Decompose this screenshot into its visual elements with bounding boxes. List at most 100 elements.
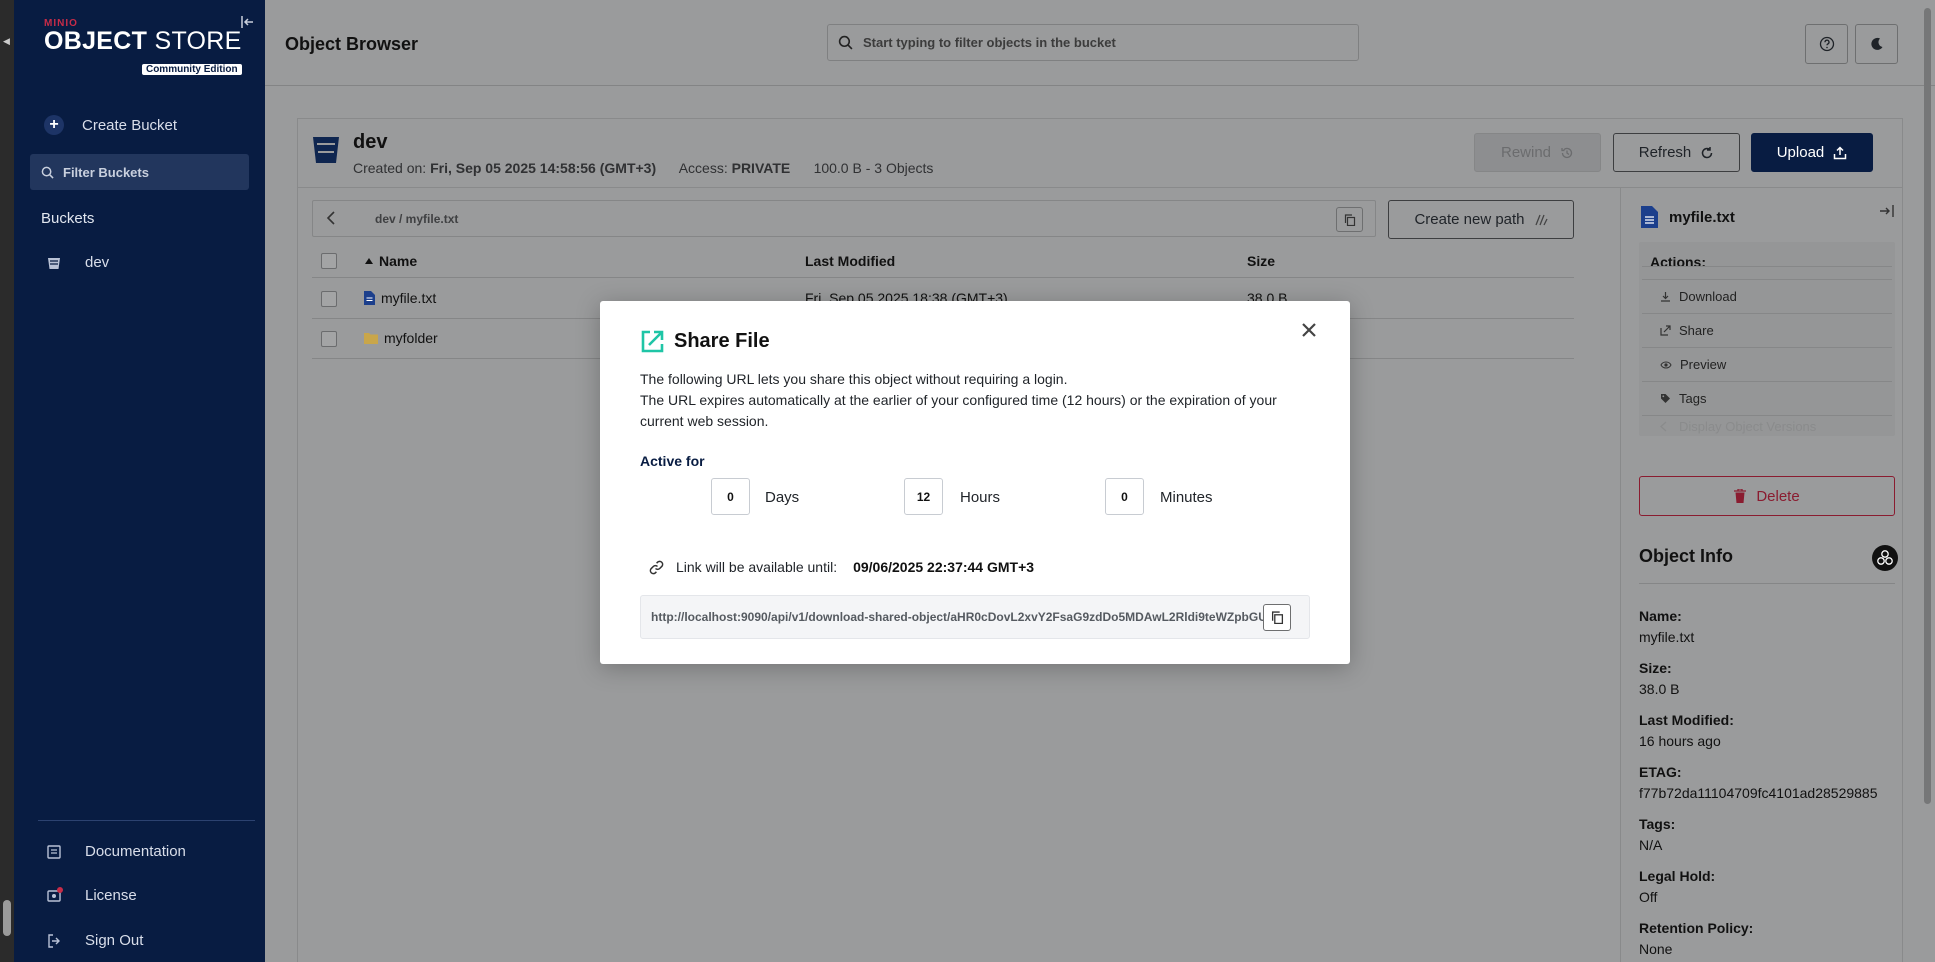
create-new-path-button[interactable]: Create new path xyxy=(1388,200,1574,239)
object-versions-action: Display Object Versions xyxy=(1642,415,1892,436)
link-available-value: 09/06/2025 22:37:44 GMT+3 xyxy=(853,559,1035,575)
object-search-placeholder: Start typing to filter objects in the bu… xyxy=(863,35,1116,50)
row-checkbox[interactable] xyxy=(321,291,337,307)
row-name: myfolder xyxy=(384,330,438,346)
object-info-title: Object Info xyxy=(1639,546,1733,566)
sidebar-item-dev[interactable]: dev xyxy=(47,254,109,271)
active-for-label: Active for xyxy=(640,453,705,469)
info-value-retention: None xyxy=(1639,941,1673,957)
created-label: Created on: xyxy=(353,160,427,176)
page-title: Object Browser xyxy=(285,34,419,54)
info-label-etag: ETAG: xyxy=(1639,764,1682,780)
share-action[interactable]: Share xyxy=(1642,313,1892,347)
share-icon xyxy=(1660,325,1671,336)
share-url[interactable]: http://localhost:9090/api/v1/download-sh… xyxy=(651,610,1267,624)
preview-action[interactable]: Preview xyxy=(1642,347,1892,381)
plus-icon: + xyxy=(44,115,64,135)
tags-action[interactable]: Tags xyxy=(1642,381,1892,415)
details-file-name: myfile.txt xyxy=(1641,206,1735,228)
refresh-button[interactable]: Refresh xyxy=(1613,133,1740,172)
documentation-label: Documentation xyxy=(85,843,186,860)
days-label: Days xyxy=(765,489,800,506)
main-scrollbar[interactable] xyxy=(1924,8,1931,804)
dark-mode-button[interactable] xyxy=(1855,24,1898,64)
bucket-usage: 100.0 B - 3 Objects xyxy=(813,160,934,176)
row-checkbox[interactable] xyxy=(321,331,337,347)
filter-buckets-input[interactable]: Filter Buckets xyxy=(30,154,249,190)
days-input[interactable]: 0 xyxy=(711,478,750,515)
info-value-tags: N/A xyxy=(1639,837,1663,853)
download-action[interactable]: Download xyxy=(1642,279,1892,313)
bucket-meta: Created on: Fri, Sep 05 2025 14:58:56 (G… xyxy=(353,160,933,176)
info-label-legal-hold: Legal Hold: xyxy=(1639,868,1716,884)
caret-left-icon: ◀ xyxy=(3,36,10,46)
sidebar: MINIO OBJECT STORE Community Edition + C… xyxy=(14,0,265,962)
license-link[interactable]: License xyxy=(47,886,137,904)
copy-path-button[interactable] xyxy=(1336,207,1363,232)
info-label-retention: Retention Policy: xyxy=(1639,920,1754,936)
file-icon xyxy=(364,291,375,305)
info-label-last-modified: Last Modified: xyxy=(1639,712,1734,728)
delete-button[interactable]: Delete xyxy=(1639,476,1895,516)
hours-input[interactable]: 12 xyxy=(904,478,943,515)
help-button[interactable] xyxy=(1805,24,1848,64)
collapse-sidebar-icon[interactable] xyxy=(239,14,255,30)
share-url-field[interactable]: http://localhost:9090/api/v1/download-sh… xyxy=(640,595,1310,639)
modal-description-line2: The URL expires automatically at the ear… xyxy=(640,392,1277,429)
info-value-legal-hold: Off xyxy=(1639,889,1658,905)
create-bucket-button[interactable]: + Create Bucket xyxy=(44,112,177,138)
refresh-label: Refresh xyxy=(1638,144,1692,161)
search-icon xyxy=(838,35,853,50)
license-notification-dot xyxy=(57,886,63,893)
object-info-icon[interactable] xyxy=(1872,545,1898,571)
chevron-left-icon[interactable] xyxy=(325,210,339,230)
breadcrumb: dev / myfile.txt xyxy=(312,200,1376,237)
close-icon[interactable] xyxy=(1298,319,1320,341)
object-search-input[interactable]: Start typing to filter objects in the bu… xyxy=(827,24,1359,61)
table-header: Name Last Modified Size xyxy=(312,244,1574,278)
info-value-size: 38.0 B xyxy=(1639,681,1680,697)
search-icon xyxy=(41,166,54,179)
moon-icon xyxy=(1870,37,1882,50)
help-icon xyxy=(1819,36,1834,52)
info-label-size: Size: xyxy=(1639,660,1672,676)
info-value-name: myfile.txt xyxy=(1639,629,1695,645)
documentation-icon xyxy=(47,844,61,859)
column-size[interactable]: Size xyxy=(1247,253,1275,269)
object-info-divider xyxy=(1639,583,1895,584)
copy-icon xyxy=(1344,213,1355,226)
create-new-path-label: Create new path xyxy=(1414,211,1525,228)
refresh-icon xyxy=(1702,146,1713,158)
sign-out-label: Sign Out xyxy=(85,932,144,949)
select-all-checkbox[interactable] xyxy=(321,253,337,269)
create-bucket-label: Create Bucket xyxy=(82,116,178,134)
outer-scroll-knob[interactable] xyxy=(3,900,11,936)
folder-icon xyxy=(364,333,378,344)
info-label-tags: Tags: xyxy=(1639,816,1676,832)
created-value: Fri, Sep 05 2025 14:58:56 (GMT+3) xyxy=(430,160,657,176)
copy-url-button[interactable] xyxy=(1263,604,1291,631)
sort-ascending-icon xyxy=(365,258,373,264)
upload-button[interactable]: Upload xyxy=(1751,133,1873,172)
rewind-button[interactable]: Rewind xyxy=(1474,133,1601,172)
tag-icon xyxy=(1661,394,1670,403)
hours-label: Hours xyxy=(960,489,1001,506)
column-name[interactable]: Name xyxy=(364,253,417,269)
license-icon xyxy=(47,886,63,903)
column-last-modified[interactable]: Last Modified xyxy=(805,253,895,269)
upload-label: Upload xyxy=(1776,144,1825,161)
documentation-link[interactable]: Documentation xyxy=(47,843,186,860)
share-icon xyxy=(641,330,664,353)
sign-out-link[interactable]: Sign Out xyxy=(47,932,143,949)
logo: MINIO OBJECT STORE Community Edition xyxy=(44,18,242,75)
close-details-icon[interactable] xyxy=(1879,204,1895,222)
bucket-name: dev xyxy=(353,131,388,153)
rewind-label: Rewind xyxy=(1500,144,1552,161)
breadcrumb-path[interactable]: dev / myfile.txt xyxy=(375,212,458,226)
minutes-input[interactable]: 0 xyxy=(1105,478,1144,515)
info-label-name: Name: xyxy=(1639,608,1682,624)
object-details-panel: myfile.txt Actions: Download Share Previ… xyxy=(1620,188,1903,962)
link-availability: Link will be available until: 09/06/2025… xyxy=(649,559,1034,575)
minutes-label: Minutes xyxy=(1160,489,1213,506)
modal-description: The following URL lets you share this ob… xyxy=(640,369,1320,432)
